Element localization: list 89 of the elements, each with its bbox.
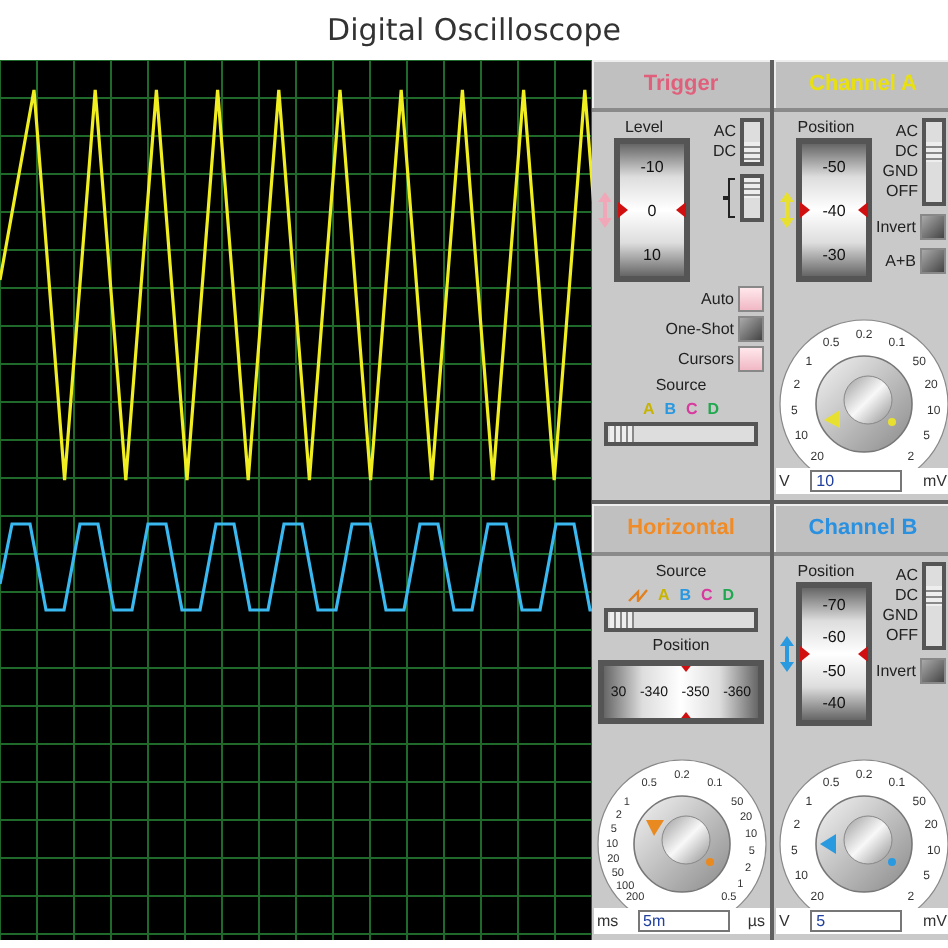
marker-icon bbox=[800, 646, 810, 662]
coupling-label: DC bbox=[894, 586, 919, 606]
source-option[interactable]: A bbox=[642, 400, 655, 418]
level-drum[interactable]: -10 0 10 bbox=[614, 138, 690, 282]
position-label: Position bbox=[652, 636, 710, 656]
marker-icon bbox=[858, 202, 868, 218]
knob[interactable] bbox=[814, 355, 912, 453]
marker-icon bbox=[618, 202, 628, 218]
marker-icon bbox=[858, 646, 868, 662]
toggle-button[interactable] bbox=[738, 346, 764, 372]
knob[interactable] bbox=[632, 795, 730, 893]
toggle-button[interactable] bbox=[920, 248, 947, 274]
scale-label: -60 bbox=[822, 628, 846, 647]
coupling-label: OFF bbox=[886, 626, 919, 646]
marker-icon bbox=[800, 202, 810, 218]
scale-label: -70 bbox=[822, 595, 846, 614]
pointer-icon bbox=[823, 410, 839, 428]
source-label: Source bbox=[655, 376, 707, 396]
source-option[interactable]: C bbox=[686, 400, 698, 418]
panel-title: Channel A bbox=[809, 72, 917, 96]
unit-label: ms bbox=[597, 912, 619, 930]
source-slider[interactable] bbox=[604, 422, 758, 446]
toggle-button[interactable] bbox=[920, 214, 947, 240]
scale-label: -30 bbox=[822, 245, 846, 263]
coupling-label: DC bbox=[894, 142, 919, 162]
up-down-arrow-icon bbox=[598, 192, 612, 228]
coupling-switch[interactable] bbox=[922, 562, 947, 650]
value-field[interactable]: 5 bbox=[810, 910, 903, 932]
unit-label: mV bbox=[923, 472, 947, 490]
dot-icon bbox=[887, 858, 895, 866]
unit-label: mV bbox=[923, 912, 947, 930]
scale-label: -10 bbox=[640, 157, 664, 175]
window-title: Digital Oscilloscope bbox=[327, 12, 621, 48]
scale-label: 0 bbox=[647, 201, 657, 219]
button-label: Invert bbox=[876, 661, 917, 681]
coupling-label: OFF bbox=[886, 182, 919, 202]
source-option[interactable]: B bbox=[664, 400, 676, 418]
coupling-label: DC bbox=[712, 142, 736, 162]
unit-label: V bbox=[779, 912, 790, 930]
value-field[interactable]: 10 bbox=[810, 470, 903, 492]
rising-edge-icon bbox=[722, 178, 736, 198]
pointer-icon bbox=[645, 820, 663, 836]
value-field[interactable]: 5m bbox=[637, 910, 730, 932]
source-option[interactable]: D bbox=[722, 586, 735, 604]
button-label: Invert bbox=[876, 217, 917, 237]
position-drum[interactable]: -50 -40 -30 bbox=[796, 138, 872, 282]
button-label: Auto bbox=[701, 289, 734, 309]
source-label: Source bbox=[655, 562, 707, 582]
source-slider[interactable] bbox=[604, 608, 758, 632]
up-down-arrow-icon bbox=[780, 636, 794, 672]
dot-icon bbox=[705, 858, 713, 866]
scale-label: -50 bbox=[822, 661, 846, 680]
coupling-label: GND bbox=[882, 162, 919, 182]
coupling-switch[interactable] bbox=[740, 118, 764, 166]
scale-label: -40 bbox=[822, 201, 846, 219]
panel-title: Trigger bbox=[643, 72, 719, 96]
scale-label: 10 bbox=[643, 245, 661, 263]
falling-edge-icon bbox=[722, 198, 736, 218]
knob[interactable] bbox=[814, 795, 912, 893]
toggle-button[interactable] bbox=[920, 658, 947, 684]
unit-label: µs bbox=[747, 912, 765, 930]
source-option[interactable]: D bbox=[707, 400, 720, 418]
coupling-label: GND bbox=[882, 606, 919, 626]
scale-label: -40 bbox=[822, 694, 846, 713]
coupling-label: AC bbox=[895, 566, 919, 586]
coupling-switch[interactable] bbox=[922, 118, 947, 206]
toggle-button[interactable] bbox=[738, 316, 764, 342]
button-label: One-Shot bbox=[665, 319, 734, 339]
level-label: Level bbox=[624, 118, 664, 138]
panel-title: Horizontal bbox=[627, 516, 735, 540]
up-down-arrow-icon bbox=[780, 192, 794, 228]
position-label: Position bbox=[797, 562, 855, 582]
position-label: Position bbox=[797, 118, 855, 138]
coupling-label: AC bbox=[713, 122, 736, 142]
unit-label: V bbox=[779, 472, 790, 490]
button-label: A+B bbox=[885, 251, 917, 271]
source-option[interactable]: C bbox=[701, 586, 713, 604]
toggle-button[interactable] bbox=[738, 286, 764, 312]
dot-icon bbox=[887, 418, 895, 426]
scale-label: -50 bbox=[822, 157, 846, 175]
button-label: Cursors bbox=[677, 349, 734, 369]
position-drum[interactable]: -70 -60 -50 -40 bbox=[796, 582, 872, 726]
coupling-label: AC bbox=[895, 122, 919, 142]
pointer-icon bbox=[819, 834, 835, 854]
panel-title: Channel B bbox=[808, 516, 918, 540]
source-option[interactable]: A bbox=[657, 586, 670, 604]
slope-switch[interactable] bbox=[740, 174, 764, 222]
source-option[interactable]: B bbox=[679, 586, 691, 604]
marker-icon bbox=[676, 202, 686, 218]
